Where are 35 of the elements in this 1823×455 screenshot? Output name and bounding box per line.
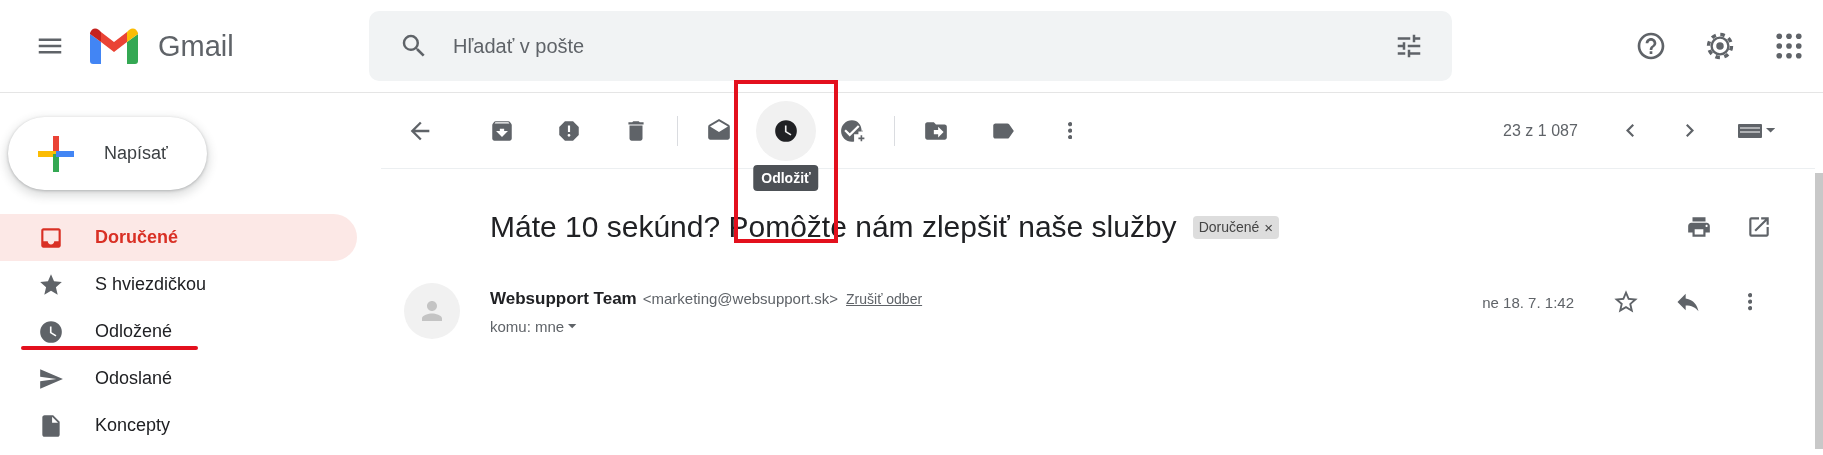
apps-icon (1776, 33, 1802, 59)
product-name: Gmail (158, 29, 234, 63)
search-bar[interactable]: Hľadať v pošte (369, 11, 1452, 81)
plus-icon (38, 135, 74, 172)
clock-icon (773, 117, 799, 144)
caret-icon (1765, 128, 1775, 133)
message-counter: 23 z 1 087 (1503, 121, 1578, 140)
search-field[interactable]: Hľadať v pošte (451, 33, 1394, 59)
help-icon (1635, 30, 1667, 62)
clock-icon (38, 318, 64, 345)
scrollbar[interactable] (1815, 173, 1823, 449)
caret-icon (568, 324, 577, 329)
tooltip: Odložiť (753, 164, 819, 191)
keyboard-icon (1737, 123, 1762, 138)
compose-button[interactable]: Napísať (8, 117, 207, 190)
sender-name: Websupport Team (490, 289, 637, 309)
check-plus-icon (840, 117, 866, 144)
logo-icon (90, 28, 138, 64)
sidebar-item[interactable]: Odložené (0, 308, 357, 355)
chevron-left-icon (1625, 124, 1634, 137)
label-chip[interactable]: Doručené × (1192, 215, 1280, 239)
message-date: ne 18. 7. 1:42 (1482, 293, 1574, 311)
sidebar-item[interactable]: S hviezdičkou (0, 261, 357, 308)
more-icon (1067, 121, 1073, 140)
recipient-dropdown[interactable]: komu: mne (490, 318, 923, 335)
chevron-right-icon (1685, 124, 1694, 137)
open-external-icon (1746, 214, 1772, 240)
sidebar-item[interactable]: Odoslané (0, 355, 357, 402)
printer-icon (1686, 214, 1712, 240)
unsubscribe-link[interactable]: Zrušiť odber (846, 291, 923, 307)
settings-icon (1704, 30, 1736, 62)
more-icon (1747, 293, 1753, 311)
sender-email: <marketing@websupport.sk> (642, 290, 839, 307)
sidebar-item[interactable]: Doručené (0, 214, 357, 261)
sidebar-item[interactable]: Koncepty (0, 402, 357, 449)
